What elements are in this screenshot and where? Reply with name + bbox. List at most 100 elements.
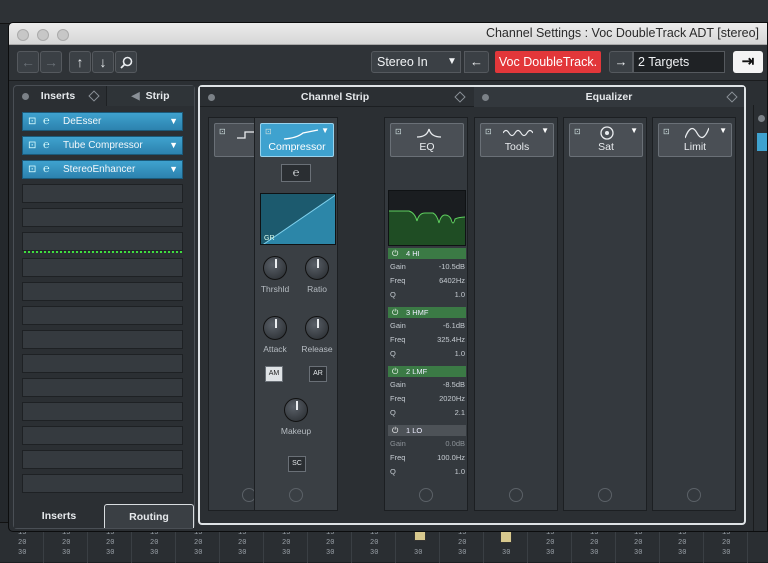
auto-release-button[interactable]: AR (309, 366, 327, 382)
power-icon[interactable]: ⏻ (392, 366, 398, 377)
insert-slot-empty[interactable] (22, 184, 183, 203)
insert-slot-empty[interactable] (22, 208, 183, 227)
equalizer-toggle-dot[interactable] (482, 94, 489, 101)
previous-channel-button[interactable]: ↑ (69, 51, 91, 73)
power-icon[interactable]: ⊡ (28, 116, 36, 127)
insert-slot-empty[interactable] (22, 306, 183, 325)
module-bypass-icon[interactable] (687, 488, 701, 502)
eq-band-q[interactable]: Q 1.0 (390, 348, 465, 362)
power-icon[interactable]: ⊡ (28, 164, 36, 175)
power-icon[interactable]: ⏻ (392, 307, 398, 318)
panel-toggle-dot[interactable] (22, 93, 29, 100)
chevron-down-icon[interactable]: ▼ (169, 140, 178, 150)
eq-band-q[interactable]: Q 1.0 (390, 466, 465, 480)
limiter-button[interactable]: ⊡ ▼ Limit (658, 123, 732, 157)
search-button[interactable] (115, 51, 137, 73)
insert-slot-empty[interactable] (22, 426, 183, 445)
module-bypass-icon[interactable] (598, 488, 612, 502)
compressor-edit-button[interactable]: ℮ (281, 164, 311, 182)
panel-toggle-dot[interactable] (758, 115, 765, 122)
insert-slot-empty[interactable] (22, 378, 183, 397)
close-window-button[interactable] (17, 29, 29, 41)
chevron-down-icon[interactable]: ▼ (321, 126, 329, 135)
eq-band-q[interactable]: Q 2.1 (390, 407, 465, 421)
insert-slot-empty[interactable] (22, 258, 183, 277)
sidechain-button[interactable]: SC (288, 456, 306, 472)
insert-slot-empty[interactable] (22, 354, 183, 373)
eq-button[interactable]: ⊡ EQ (390, 123, 464, 157)
power-icon[interactable]: ⏻ (392, 425, 398, 436)
eq-band-header[interactable]: ⏻ 2 LMF (388, 366, 466, 377)
channel-strip-toggle-dot[interactable] (208, 94, 215, 101)
minimize-window-button[interactable] (37, 29, 49, 41)
tab-strip-label: Strip (145, 90, 170, 102)
eq-band-gain[interactable]: Gain -8.5dB (390, 379, 465, 393)
bottom-tab-inserts[interactable]: Inserts (14, 504, 104, 528)
eq-band-gain[interactable]: Gain -6.1dB (390, 320, 465, 334)
input-arrow-button[interactable]: ← (464, 51, 489, 73)
freq-label: Freq (390, 453, 406, 462)
eq-curve-display (388, 190, 466, 246)
eq-band-header[interactable]: ⏻ 3 HMF (388, 307, 466, 318)
chevron-down-icon[interactable]: ▼ (169, 116, 178, 126)
eq-band-q[interactable]: Q 1.0 (390, 289, 465, 303)
zoom-window-button[interactable] (57, 29, 69, 41)
exit-button[interactable]: ⇥ (733, 51, 763, 73)
tab-inserts[interactable]: Inserts (30, 86, 86, 106)
channel-strip-options-icon[interactable] (454, 91, 466, 103)
eq-band-freq[interactable]: Freq 6402Hz (390, 275, 465, 289)
gain-label: Gain (390, 439, 406, 448)
insert-slot-empty[interactable] (22, 330, 183, 349)
insert-slot-empty[interactable] (22, 232, 183, 251)
insert-slot-2[interactable]: ⊡ ℮ Tube Compressor ▼ (22, 136, 183, 155)
panel-options-icon[interactable] (88, 90, 100, 102)
forward-button[interactable]: → (40, 51, 62, 73)
eq-band-header[interactable]: ⏻ 4 HI (388, 248, 466, 259)
insert-slot-1[interactable]: ⊡ ℮ DeEsser ▼ (22, 112, 183, 131)
tools-button[interactable]: ⊡ ▼ Tools (480, 123, 554, 157)
edit-icon[interactable]: ℮ (43, 139, 50, 151)
toolbar: ← → ↑ ↓ Stereo In ▼ ← Voc DoubleTrack. →… (9, 45, 767, 81)
chevron-down-icon[interactable]: ▼ (719, 126, 727, 135)
next-channel-button[interactable]: ↓ (92, 51, 114, 73)
module-bypass-icon[interactable] (509, 488, 523, 502)
compressor-button[interactable]: ⊡ ▼ Compressor (260, 123, 334, 157)
release-knob[interactable] (305, 316, 329, 340)
module-bypass-icon[interactable] (419, 488, 433, 502)
attack-knob[interactable] (263, 316, 287, 340)
eq-band-header[interactable]: ⏻ 1 LO (388, 425, 466, 436)
q-value: 1.0 (454, 349, 465, 358)
tab-strip[interactable]: ◀ Strip (106, 86, 194, 106)
eq-band-freq[interactable]: Freq 325.4Hz (390, 334, 465, 348)
power-icon[interactable]: ⊡ (28, 140, 36, 151)
chevron-down-icon[interactable]: ▼ (541, 126, 549, 135)
insert-slot-3[interactable]: ⊡ ℮ StereoEnhancer ▼ (22, 160, 183, 179)
eq-band-freq[interactable]: Freq 2020Hz (390, 393, 465, 407)
eq-band-gain[interactable]: Gain 0.0dB (390, 438, 465, 452)
insert-slot-empty[interactable] (22, 474, 183, 493)
chevron-down-icon[interactable]: ▼ (169, 164, 178, 174)
output-targets-field[interactable]: 2 Targets (633, 51, 725, 73)
bottom-tab-routing[interactable]: Routing (104, 504, 194, 528)
next-panel-slot[interactable] (757, 133, 767, 151)
chevron-down-icon[interactable]: ▼ (442, 51, 462, 73)
makeup-knob[interactable] (284, 398, 308, 422)
title-bar[interactable]: Channel Settings : Voc DoubleTrack ADT [… (9, 23, 767, 45)
insert-slot-empty[interactable] (22, 402, 183, 421)
eq-band-gain[interactable]: Gain -10.5dB (390, 261, 465, 275)
insert-slot-empty[interactable] (22, 282, 183, 301)
back-button[interactable]: ← (17, 51, 39, 73)
edit-icon[interactable]: ℮ (43, 115, 50, 127)
track-name-badge[interactable]: Voc DoubleTrack. (495, 51, 601, 73)
module-bypass-icon[interactable] (289, 488, 303, 502)
auto-makeup-button[interactable]: AM (265, 366, 283, 382)
chevron-down-icon[interactable]: ▼ (630, 126, 638, 135)
insert-slot-empty[interactable] (22, 450, 183, 469)
saturation-button[interactable]: ⊡ ▼ Sat (569, 123, 643, 157)
edit-icon[interactable]: ℮ (43, 163, 50, 175)
power-icon[interactable]: ⏻ (392, 248, 398, 259)
eq-band-freq[interactable]: Freq 100.0Hz (390, 452, 465, 466)
threshold-knob[interactable] (263, 256, 287, 280)
output-arrow-button[interactable]: → (609, 51, 633, 73)
ratio-knob[interactable] (305, 256, 329, 280)
